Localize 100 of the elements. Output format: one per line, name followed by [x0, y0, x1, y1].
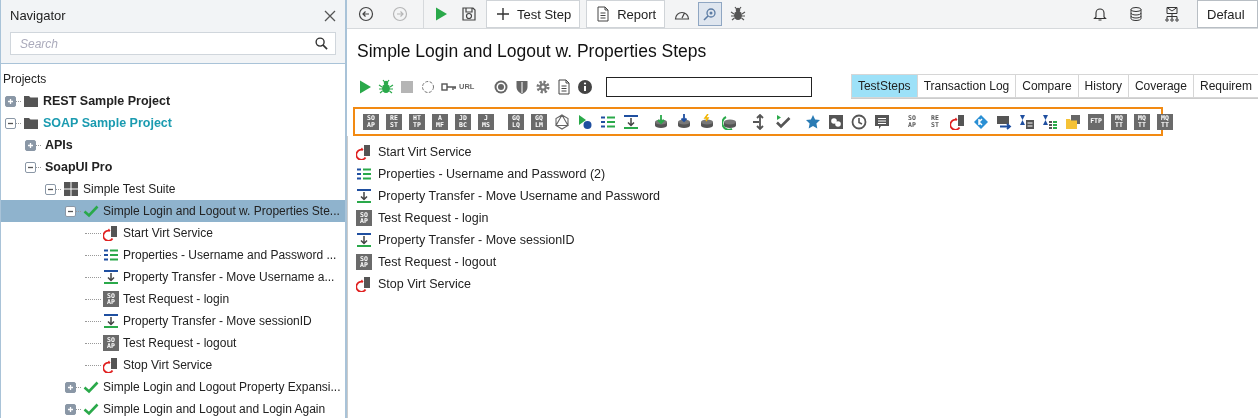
tab[interactable]: TestSteps	[850, 74, 917, 98]
run-icon	[357, 78, 373, 95]
run-dot-button[interactable]	[577, 113, 593, 130]
tab[interactable]: Coverage	[1127, 74, 1193, 98]
expand-icon[interactable]	[65, 403, 76, 415]
doc-button[interactable]	[556, 78, 573, 95]
star-button[interactable]	[805, 113, 821, 130]
tree-item[interactable]: SoapUI Pro	[1, 156, 345, 178]
toolbar-button[interactable]: Test Step	[486, 0, 581, 28]
check-icon	[83, 203, 99, 219]
virt-icon	[356, 276, 372, 292]
search-field[interactable]: Search	[10, 32, 336, 55]
save-icon	[461, 6, 477, 22]
folder-stack-icon	[1065, 113, 1081, 130]
expand-icon[interactable]	[25, 139, 36, 151]
transfer-button[interactable]	[623, 113, 639, 130]
collapse-icon[interactable]	[5, 117, 16, 129]
squares-button[interactable]	[828, 113, 844, 130]
hourglass-list-icon	[1042, 113, 1058, 130]
clock-button[interactable]	[851, 113, 867, 130]
tree-label: REST Sample Project	[43, 94, 171, 108]
tree-label: Simple Login and Logout Property Expansi...	[103, 380, 341, 394]
tree-item[interactable]: Property Transfer - Move Username a...	[1, 266, 345, 288]
graphql-icon	[554, 113, 570, 130]
info-button[interactable]	[577, 78, 594, 95]
search-icon	[315, 37, 328, 50]
run-button[interactable]	[357, 78, 373, 95]
cycle-button[interactable]	[420, 78, 436, 95]
diamond-button[interactable]	[973, 113, 989, 130]
collapse-icon[interactable]	[45, 183, 56, 195]
comment-button[interactable]	[874, 113, 890, 130]
tree-label: Property Transfer - Move Username a...	[123, 270, 335, 284]
tab[interactable]: Compare	[1015, 74, 1078, 98]
collapse-icon[interactable]	[65, 205, 76, 217]
close-icon[interactable]	[324, 9, 336, 22]
hourglass-doc-button[interactable]	[1019, 113, 1035, 130]
tree-item[interactable]: Simple Login and Logout Property Expansi...	[1, 376, 345, 398]
folder-stack-button[interactable]	[1065, 113, 1081, 130]
db-down-button[interactable]	[653, 113, 669, 130]
tree-item[interactable]: Simple Login and Logout and Login Again	[1, 398, 345, 418]
db-import-button[interactable]	[676, 113, 692, 130]
expand-icon[interactable]	[5, 95, 16, 107]
bell-icon	[1092, 6, 1108, 22]
tab[interactable]: Requirem	[1192, 74, 1258, 98]
tab[interactable]: History	[1077, 74, 1128, 98]
tree-item[interactable]: Property Transfer - Move sessionID	[1, 310, 345, 332]
expand-icon[interactable]	[65, 381, 76, 393]
database-icon	[1128, 6, 1144, 22]
tree-label: SOAP Sample Project	[43, 116, 172, 130]
squares-icon	[828, 113, 844, 130]
tree-label: APIs	[45, 138, 73, 152]
tree-item[interactable]: Properties - Username and Password ...	[1, 244, 345, 266]
tab[interactable]: Transaction Log	[916, 74, 1016, 98]
bug-button[interactable]	[378, 78, 394, 95]
bug-icon	[730, 6, 747, 22]
virt-button[interactable]	[950, 113, 966, 130]
editor-title: Simple Login and Logout w. Properties Steps	[357, 41, 708, 62]
check-run-button[interactable]	[775, 113, 791, 130]
shield-button[interactable]	[514, 78, 531, 95]
doc-icon	[556, 78, 573, 95]
target-button[interactable]	[493, 78, 510, 95]
tree-label: Stop Virt Service	[123, 358, 213, 372]
transfer-icon	[623, 113, 639, 130]
cycle-icon	[420, 78, 436, 95]
tree-item[interactable]: Stop Virt Service	[1, 354, 345, 376]
tree-item[interactable]: REST Sample Project	[1, 90, 345, 112]
search-gear-button[interactable]	[699, 3, 722, 25]
collapse-icon[interactable]	[25, 161, 36, 173]
tree-item[interactable]: Start Virt Service	[1, 222, 345, 244]
run-icon	[433, 6, 449, 22]
star-icon	[805, 113, 821, 130]
tree-item[interactable]: Simple Test Suite	[1, 178, 345, 200]
toolbar-button[interactable]: Report	[586, 0, 666, 28]
environment-dropdown[interactable]: Defaul	[1197, 0, 1258, 28]
transfer-icon	[103, 269, 119, 285]
transfer-icon	[356, 188, 372, 204]
step-item[interactable]: Start Virt Service	[356, 141, 1258, 163]
db-bolt-button[interactable]	[699, 113, 715, 130]
comment-icon	[874, 113, 890, 130]
tree-item[interactable]: Simple Login and Logout w. Properties Ste...	[1, 200, 345, 222]
db-bolt-icon	[699, 113, 715, 130]
step-item[interactable]: Properties - Username and Password (2)	[356, 163, 1258, 185]
db-down-icon	[653, 113, 669, 130]
step-item[interactable]: Stop Virt Service	[356, 273, 1258, 295]
properties-icon	[103, 247, 119, 263]
hourglass-list-button[interactable]	[1042, 113, 1058, 130]
panel-title: Navigator	[10, 8, 66, 23]
step-item[interactable]: Property Transfer - Move Username and Password	[356, 185, 1258, 207]
gear-button[interactable]	[535, 78, 552, 95]
step-item[interactable]: Property Transfer - Move sessionID	[356, 229, 1258, 251]
db-refresh-button[interactable]	[722, 113, 738, 130]
plus-icon	[495, 6, 511, 22]
virt-icon	[356, 144, 372, 160]
screen-arrow-button[interactable]	[996, 113, 1012, 130]
section-label: Projects	[2, 71, 48, 88]
graphql-button[interactable]	[554, 113, 570, 130]
tree-item[interactable]: APIs	[1, 134, 345, 156]
tree-label: Test Request - logout	[123, 336, 237, 350]
tree-label: Property Transfer - Move sessionID	[123, 314, 312, 328]
endpoint-field[interactable]	[606, 76, 813, 97]
